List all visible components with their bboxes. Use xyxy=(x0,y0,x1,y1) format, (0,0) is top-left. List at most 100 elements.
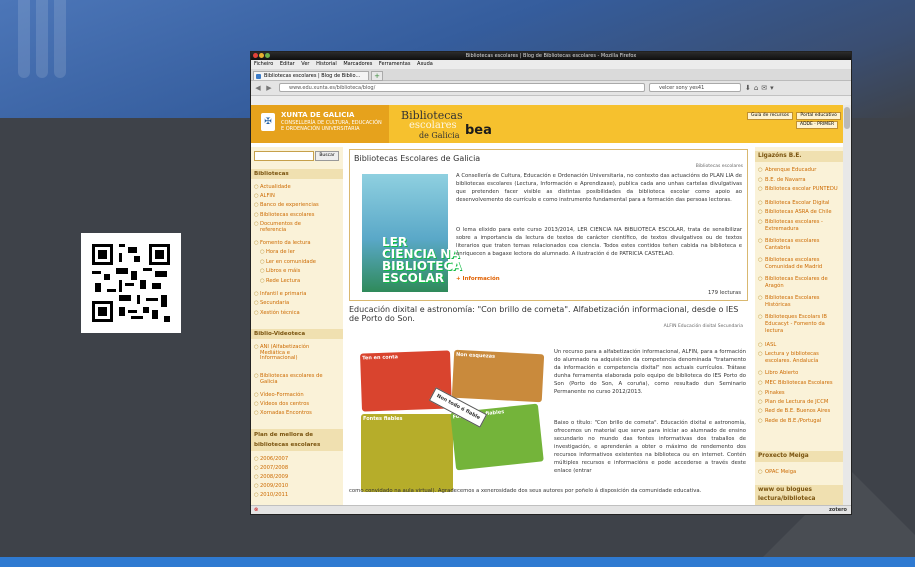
card-label: Non esquezas xyxy=(455,351,496,360)
menu-help[interactable]: Axuda xyxy=(417,61,433,67)
card-fontes-fiables: Fontes fiables xyxy=(361,414,453,492)
link-item[interactable]: Libro Abierto xyxy=(758,370,841,377)
navigation-bar: ◀ ▶ www.edu.xunta.es/biblioteca/blog/ ve… xyxy=(251,81,851,96)
sidebar-item[interactable]: Banco de experiencias xyxy=(254,202,340,209)
stop-icon[interactable]: ⊗ xyxy=(254,507,258,513)
featured-box: Bibliotecas Escolares de Galicia Bibliot… xyxy=(349,149,748,301)
forward-arrow-icon[interactable]: ▶ xyxy=(265,84,273,92)
poster-image[interactable]: LER CIENCIA NA BIBLIOTECA ESCOLAR xyxy=(362,174,462,292)
sidebar-item[interactable]: Documentos de referencia xyxy=(254,221,315,233)
link-item[interactable]: B.E. de Navarra xyxy=(758,177,841,184)
sidebar-item[interactable]: Actualidade xyxy=(254,184,340,191)
link-item[interactable]: Bibliotecas escolares Comunidad de Madri… xyxy=(758,257,841,271)
link-item[interactable]: Biblioteca escolar PUNTEDU xyxy=(758,186,841,193)
sidebar-subitem[interactable]: Libros e máis xyxy=(260,268,346,275)
link-item[interactable]: MEC Bibliotecas Escolares xyxy=(758,380,841,387)
heading-plan: Plan de mellora de bibliotecas escolares xyxy=(251,429,343,451)
post-title[interactable]: Educación dixital e astronomía: "Con bri… xyxy=(349,305,746,323)
browser-window: Bibliotecas escolares | Blog de Bibliote… xyxy=(250,51,852,515)
year-item[interactable]: 2008/2009 xyxy=(254,474,340,481)
sidebar-item[interactable]: Fomento da lectura xyxy=(254,240,340,247)
heading-meiga: Proxecto Meiga xyxy=(755,451,843,462)
sidebar-item[interactable]: Bibliotecas escolares de Galicia xyxy=(254,373,332,385)
featured-meta[interactable]: Bibliotecas escolares xyxy=(696,164,743,169)
url-bar[interactable]: www.edu.xunta.es/biblioteca/blog/ xyxy=(279,83,645,92)
sidebar-item[interactable]: Xestión técnica xyxy=(254,310,340,317)
more-info-link[interactable]: + Información xyxy=(456,276,500,282)
url-text: www.edu.xunta.es/biblioteca/blog/ xyxy=(289,85,376,91)
link-item[interactable]: Plan de Lectura de JCCM xyxy=(758,399,841,406)
sidebar-subitem[interactable]: Hora de ler xyxy=(260,249,346,256)
sidebar-item[interactable]: Xornadas Encontros xyxy=(254,410,340,417)
sidebar-item[interactable]: Bibliotecas escolares xyxy=(254,212,340,219)
link-opac-meiga[interactable]: OPAC Meiga xyxy=(758,469,841,476)
toolbar-icons[interactable]: ⬇⌂✉▾ xyxy=(745,84,777,92)
search-button[interactable]: Buscar xyxy=(315,151,339,161)
link-item[interactable]: Bibliotecas escolares Cantabria xyxy=(758,238,841,252)
post-meta[interactable]: ALFIN Educación dixital Secundaria xyxy=(664,324,743,329)
xunta-banner[interactable]: ✠ XUNTA DE GALICIA CONSELLERÍA DE CULTUR… xyxy=(251,105,389,143)
poster-title: LER CIENCIA NA BIBLIOTECA ESCOLAR xyxy=(382,235,462,285)
post-paragraph-2: Baixo o título: "Con brillo de cometa". … xyxy=(554,420,746,474)
menu-history[interactable]: Historial xyxy=(316,61,337,67)
sidebar-item[interactable]: ALFIN xyxy=(254,193,340,200)
window-title: Bibliotecas escolares | Blog de Bibliote… xyxy=(465,53,637,59)
link-item[interactable]: Rede de B.E./Portugal xyxy=(758,418,841,425)
link-item[interactable]: Biblioteques Escolars IB Educacyt - Fome… xyxy=(758,314,841,335)
vertical-scrollbar[interactable] xyxy=(843,105,851,505)
site-search-input[interactable] xyxy=(254,151,314,161)
language-button[interactable]: ADDE · PRIMER xyxy=(796,121,839,129)
link-item[interactable]: Bibliotecas ASRA de Chile xyxy=(758,209,841,216)
infographic-image[interactable]: Ten en conta Non esquezas Fontes fiables… xyxy=(360,349,545,493)
back-arrow-icon[interactable]: ◀ xyxy=(254,84,262,92)
card-label: Ten en conta xyxy=(362,354,399,362)
guide-button[interactable]: Guía de recursos xyxy=(747,112,793,120)
xunta-subtitle: CONSELLERÍA DE CULTURA, EDUCACIÓN E ORDE… xyxy=(281,120,382,132)
heading-bibliotecas: Bibliotecas xyxy=(251,169,343,179)
featured-paragraph-2: O lema elixido para este curso 2013/2014… xyxy=(456,227,742,257)
menu-bar: Ficheiro Editar Ver Historial Marcadores… xyxy=(251,60,851,69)
sidebar-subitem[interactable]: Ler en comunidade xyxy=(260,259,346,266)
zotero-label[interactable]: zotero xyxy=(829,506,847,514)
link-item[interactable]: Bibliotecas Escolares Históricas xyxy=(758,295,841,309)
year-item[interactable]: 2006/2007 xyxy=(254,456,340,463)
new-tab-button[interactable]: + xyxy=(371,71,383,81)
menu-edit[interactable]: Editar xyxy=(280,61,295,67)
menu-bookmarks[interactable]: Marcadores xyxy=(343,61,372,67)
link-item[interactable]: Biblioteca Escolar Digital xyxy=(758,200,841,207)
card-label: Fontes fiables xyxy=(363,416,403,422)
link-item[interactable]: Lectura y bibliotecas escolares. Andaluc… xyxy=(758,351,841,365)
menu-view[interactable]: Ver xyxy=(301,61,309,67)
link-item[interactable]: Abrenque Educadur xyxy=(758,167,841,174)
sidebar-subitem[interactable]: Rede Lectura xyxy=(260,278,346,285)
link-item[interactable]: Bibliotecas escolares - Extremadura xyxy=(758,219,841,233)
year-item[interactable]: 2010/2011 xyxy=(254,492,340,499)
search-bar[interactable]: velcer sony yes41 xyxy=(649,83,741,92)
year-item[interactable]: 2009/2010 xyxy=(254,483,340,490)
featured-paragraph-1: A Consellería de Cultura, Educación e Or… xyxy=(456,173,742,203)
sidebar-item[interactable]: Vídeos dos centros xyxy=(254,401,340,408)
post-paragraph-3: como convidado na aula virtual). Agradec… xyxy=(349,488,702,494)
link-item[interactable]: Pinakes xyxy=(758,390,841,397)
link-item[interactable]: Bibliotecas Escolares de Aragón xyxy=(758,276,841,290)
site-header: ✠ XUNTA DE GALICIA CONSELLERÍA DE CULTUR… xyxy=(251,105,843,143)
portal-button[interactable]: Portal educativo xyxy=(796,112,841,120)
xunta-shield-icon: ✠ xyxy=(261,113,275,131)
sidebar-item[interactable]: Infantil e primaria xyxy=(254,291,340,298)
sidebar-item[interactable]: Secundaria xyxy=(254,300,340,307)
menu-tools[interactable]: Ferramentas xyxy=(379,61,411,67)
link-item[interactable]: IASL xyxy=(758,342,841,349)
menu-file[interactable]: Ficheiro xyxy=(254,61,273,67)
bea-logo: bea xyxy=(465,123,492,138)
sidebar-item[interactable]: ANI (Alfabetización Mediática e Informac… xyxy=(254,344,318,362)
featured-title: Bibliotecas Escolares de Galicia xyxy=(354,154,481,163)
bottom-bar xyxy=(0,557,915,567)
browser-tab[interactable]: Bibliotecas escolares | Blog de Biblio..… xyxy=(253,71,369,80)
main-content: Bibliotecas Escolares de Galicia Bibliot… xyxy=(349,147,749,505)
sidebar-item[interactable]: Vídeo-Formación xyxy=(254,392,340,399)
reads-count: 179 lecturas xyxy=(707,290,741,296)
scroll-thumb[interactable] xyxy=(844,107,850,129)
web-page: ✠ XUNTA DE GALICIA CONSELLERÍA DE CULTUR… xyxy=(251,105,843,505)
year-item[interactable]: 2007/2008 xyxy=(254,465,340,472)
link-item[interactable]: Red de B.E. Buenos Aires xyxy=(758,408,841,415)
